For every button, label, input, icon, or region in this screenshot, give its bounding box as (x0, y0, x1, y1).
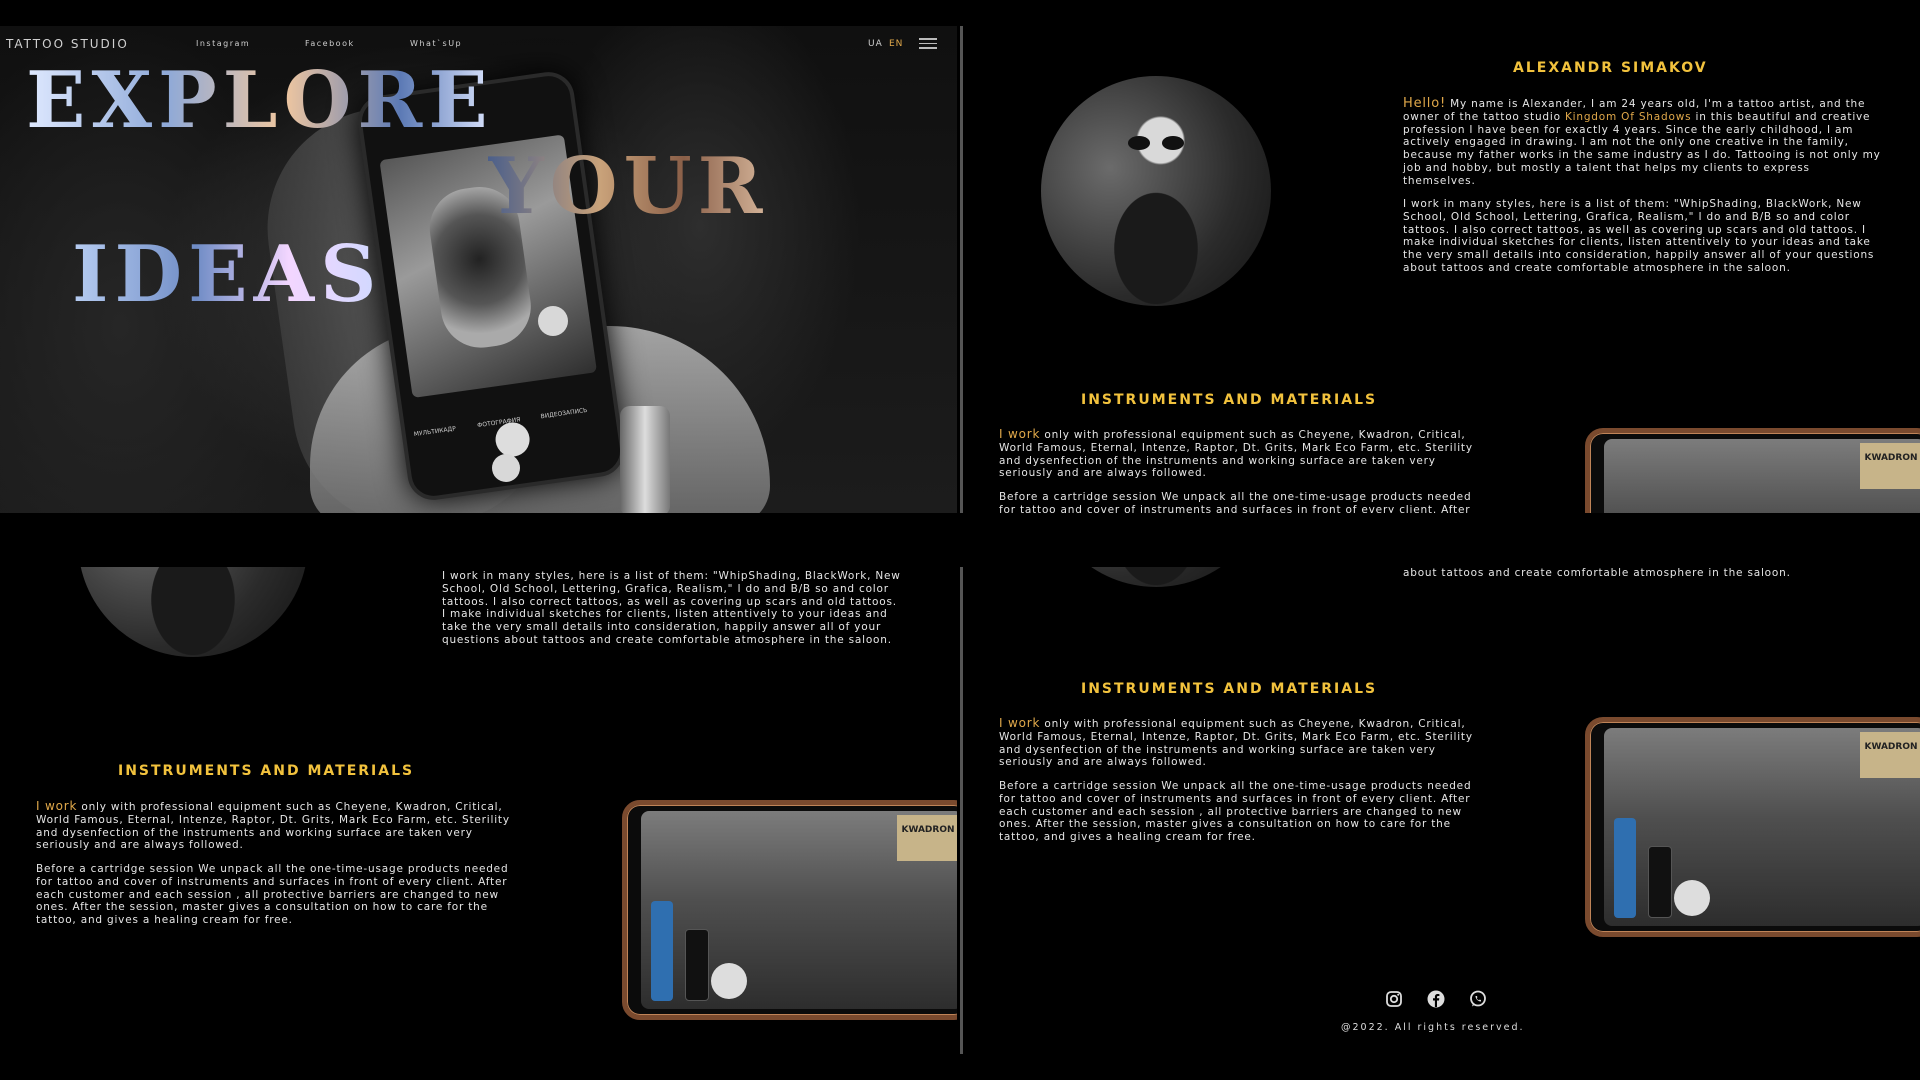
camera-mode-label: МУЛЬТИКАДР (413, 425, 457, 439)
copyright-text: @2022. All rights reserved. (1341, 1022, 1525, 1033)
top-navigation: TATTOO STUDIO Instagram Facebook What`sU… (0, 26, 957, 58)
tools-phone-image: KWADRON (1585, 717, 1920, 937)
studio-name: Kingdom Of Shadows (1564, 110, 1692, 123)
about-paragraph-2: I work in many styles, here is a list of… (1403, 198, 1875, 274)
lang-en-button[interactable]: EN (889, 39, 903, 49)
instruments-paragraph-1: I work only with professional equipment … (999, 716, 1473, 769)
instruments-title: INSTRUMENTS AND MATERIALS (118, 763, 415, 779)
facebook-icon[interactable] (1427, 990, 1445, 1008)
hero-word-your: YOUR (488, 141, 769, 232)
ink-bottle-image (1648, 846, 1672, 918)
kwadron-box: KWADRON (1860, 732, 1920, 778)
instruments-paragraph-2: Before a cartridge session We unpack all… (999, 491, 1472, 513)
instruments-paragraph-1: I work only with professional equipment … (36, 799, 510, 852)
instruments-title: INSTRUMENTS AND MATERIALS (1081, 681, 1378, 697)
nav-link-whatsup[interactable]: What`sUp (410, 39, 462, 48)
hamburger-menu-icon[interactable] (919, 38, 937, 52)
artist-portrait (1041, 76, 1271, 306)
cream-jar-image (1674, 880, 1710, 916)
cream-jar-image (711, 963, 747, 999)
instagram-icon[interactable] (1385, 990, 1403, 1008)
hero-word-explore: EXPLORE (26, 55, 494, 146)
instruments-section: I work in many styles, here is a list of… (0, 567, 957, 1054)
ink-bottle-image (685, 929, 709, 1001)
hero-section: МУЛЬТИКАДР ФОТОГРАФИЯ ВИДЕОЗАПИСЬ EXPLOR… (0, 26, 957, 513)
hero-word-ideas: IDEAS (72, 229, 383, 320)
artist-portrait (1041, 567, 1271, 587)
decor-dot (492, 454, 520, 482)
lang-ua-button[interactable]: UA (868, 39, 883, 49)
instruments-paragraph-1: I work only with professional equipment … (999, 427, 1473, 480)
instruments-paragraph-2: Before a cartridge session We unpack all… (999, 780, 1472, 844)
artist-name: ALEXANDR SIMAKOV (1513, 60, 1708, 76)
nav-link-facebook[interactable]: Facebook (305, 39, 355, 48)
decor-dot (538, 306, 568, 336)
bottle-image (1614, 818, 1636, 918)
about-paragraph-1: Hello! My name is Alexander, I am 24 yea… (1403, 96, 1881, 187)
instruments-footer-section: about tattoos and create comfortable atm… (960, 567, 1920, 1054)
bottle-image (651, 901, 673, 1001)
about-paragraph-2: I work in many styles, here is a list of… (442, 570, 901, 646)
tools-phone-image: KWADRON (622, 800, 957, 1020)
camera-mode-label: ВИДЕОЗАПИСЬ (540, 406, 588, 421)
instruments-title: INSTRUMENTS AND MATERIALS (1081, 392, 1378, 408)
ink-bottle-image (620, 406, 670, 513)
about-section: ALEXANDR SIMAKOV Hello! My name is Alexa… (960, 26, 1920, 513)
brand-logo[interactable]: TATTOO STUDIO (6, 37, 129, 51)
sunglasses-image (1128, 135, 1184, 150)
tools-phone-image: KWADRON (1585, 428, 1920, 513)
kwadron-box: KWADRON (1860, 443, 1920, 489)
instruments-paragraph-2: Before a cartridge session We unpack all… (36, 863, 509, 927)
about-paragraph-tail: about tattoos and create comfortable atm… (1403, 567, 1791, 579)
whatsapp-icon[interactable] (1469, 990, 1487, 1008)
hello-word: Hello! (1403, 96, 1446, 111)
kwadron-box: KWADRON (897, 815, 957, 861)
nav-link-instagram[interactable]: Instagram (196, 39, 250, 48)
artist-portrait (78, 567, 308, 657)
